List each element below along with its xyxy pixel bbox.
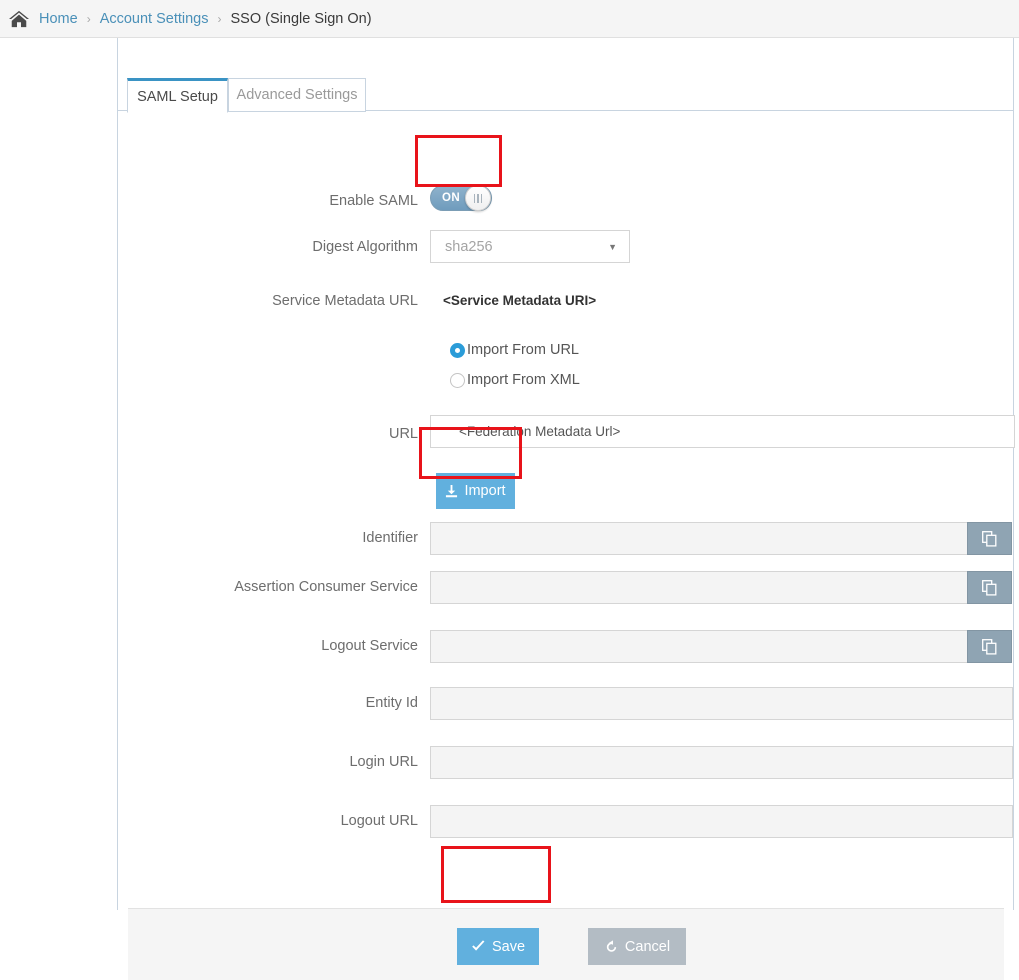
digest-algorithm-select[interactable]: sha256 ▼ xyxy=(430,230,630,263)
import-button[interactable]: Import xyxy=(436,473,515,509)
assertion-consumer-service-input[interactable] xyxy=(430,571,968,604)
logout-service-input[interactable] xyxy=(430,630,968,663)
service-metadata-url-label: Service Metadata URL xyxy=(272,293,418,309)
radio-selected-icon xyxy=(450,342,465,358)
logout-service-copy-button[interactable] xyxy=(967,630,1012,663)
undo-icon xyxy=(606,939,617,952)
toggle-knob-icon xyxy=(465,185,491,211)
check-icon xyxy=(472,940,485,951)
entity-id-input[interactable] xyxy=(430,687,1013,720)
tab-advanced-settings-label: Advanced Settings xyxy=(236,87,358,103)
tab-saml-setup-label: SAML Setup xyxy=(137,88,218,105)
breadcrumb-item-account-settings[interactable]: Account Settings xyxy=(100,11,209,27)
login-url-input[interactable] xyxy=(430,746,1013,779)
login-url-label: Login URL xyxy=(349,754,418,770)
digest-algorithm-value: sha256 xyxy=(445,238,493,255)
home-icon[interactable] xyxy=(8,9,39,29)
identifier-label: Identifier xyxy=(362,530,418,546)
tab-saml-setup[interactable]: SAML Setup xyxy=(127,78,228,113)
radio-import-from-url-label: Import From URL xyxy=(467,342,579,358)
enable-saml-toggle-state: ON xyxy=(442,192,461,204)
sso-settings-panel: SAML Setup Advanced Settings Enable SAML… xyxy=(117,38,1015,980)
digest-algorithm-label: Digest Algorithm xyxy=(312,239,418,255)
url-label: URL xyxy=(388,426,418,442)
cancel-button-label: Cancel xyxy=(624,938,671,955)
save-button-label: Save xyxy=(491,938,526,955)
copy-icon xyxy=(982,638,997,655)
radio-unselected-icon xyxy=(450,372,465,388)
breadcrumb-item-current: SSO (Single Sign On) xyxy=(230,10,372,27)
logout-url-label: Logout URL xyxy=(340,813,418,829)
logout-url-input[interactable] xyxy=(430,805,1013,838)
copy-icon xyxy=(982,579,997,596)
radio-import-from-xml-label: Import From XML xyxy=(467,372,580,388)
tab-strip: SAML Setup Advanced Settings xyxy=(118,78,1014,113)
enable-saml-toggle[interactable]: ON xyxy=(430,185,492,211)
tab-advanced-settings[interactable]: Advanced Settings xyxy=(228,78,366,112)
copy-icon xyxy=(982,530,997,547)
enable-saml-label: Enable SAML xyxy=(329,193,418,209)
cancel-button[interactable]: Cancel xyxy=(588,928,686,965)
identifier-input[interactable] xyxy=(430,522,968,555)
url-input-value: <Federation Metadata Url> xyxy=(459,424,621,439)
breadcrumb-separator: › xyxy=(86,11,91,26)
entity-id-label: Entity Id xyxy=(365,695,418,711)
breadcrumb-item-home[interactable]: Home xyxy=(39,11,78,27)
logout-service-label: Logout Service xyxy=(321,638,418,654)
url-input[interactable]: <Federation Metadata Url> xyxy=(430,415,1015,448)
form-footer xyxy=(128,908,1004,980)
breadcrumb: Home › Account Settings › SSO (Single Si… xyxy=(0,0,1019,38)
service-metadata-url-value: <Service Metadata URI> xyxy=(443,293,597,308)
save-button[interactable]: Save xyxy=(457,928,539,965)
download-icon xyxy=(446,484,458,497)
import-button-label: Import xyxy=(464,483,506,499)
chevron-down-icon: ▼ xyxy=(608,241,617,252)
assertion-consumer-service-label: Assertion Consumer Service xyxy=(234,579,418,595)
breadcrumb-separator: › xyxy=(217,11,222,26)
identifier-copy-button[interactable] xyxy=(967,522,1012,555)
radio-import-from-url[interactable]: Import From URL xyxy=(450,342,579,358)
assertion-consumer-service-copy-button[interactable] xyxy=(967,571,1012,604)
radio-import-from-xml[interactable]: Import From XML xyxy=(450,372,580,388)
